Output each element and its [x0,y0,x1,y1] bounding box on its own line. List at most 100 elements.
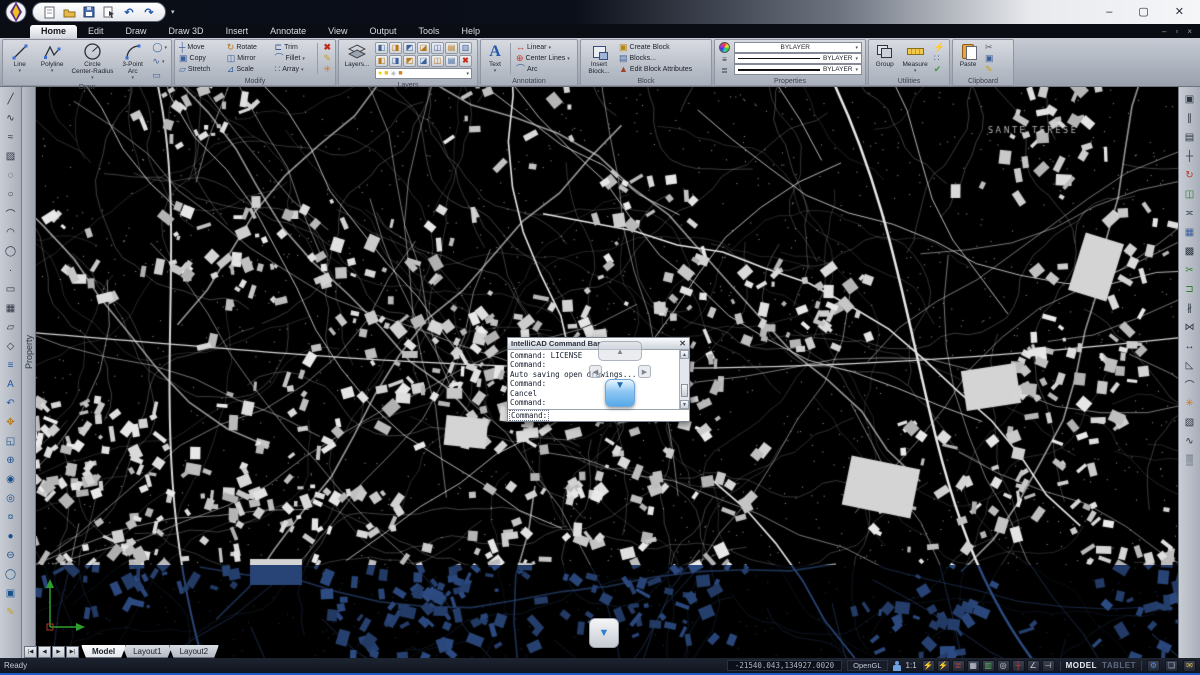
renderer-label[interactable]: OpenGL [847,660,887,671]
coordinates-display[interactable]: -21540.043,134927.0020 [727,660,842,671]
point-icon[interactable]: · [2,261,20,280]
trim-icon[interactable]: ✂ [1181,261,1199,280]
layer-freeze-button[interactable]: ◩ [403,42,416,54]
mirror-icon[interactable]: ◫ [1181,185,1199,204]
tab-draw-3d[interactable]: Draw 3D [158,25,215,38]
tab-edit[interactable]: Edit [77,25,115,38]
move-icon[interactable]: ┼ [1181,147,1199,166]
spline-icon[interactable]: ≈ [2,128,20,147]
spline-button[interactable]: ∿▾ [150,56,169,67]
explode-button[interactable]: ✳ [321,64,333,75]
rotate-icon[interactable]: ↻ [1181,166,1199,185]
align-icon[interactable]: ≍ [1181,204,1199,223]
polyline-dropdown-icon[interactable]: ▾ [51,68,54,75]
last-tab-icon[interactable]: ▶| [66,646,79,658]
line-icon[interactable]: ╱ [2,90,20,109]
arc-dimension-button[interactable]: ⌒Arc [514,64,572,75]
layer-merge-button[interactable]: ◫ [431,55,444,67]
scroll-down-active-button[interactable]: ▼ [605,379,635,407]
new-icon[interactable] [42,5,56,19]
property-panel-collapsed[interactable]: Property [22,87,36,658]
audit-button[interactable]: ✔ [932,64,947,75]
array-icon[interactable]: ▦ [1181,223,1199,242]
gradient-icon[interactable]: ▒ [1181,451,1199,470]
tab-help[interactable]: Help [451,25,492,38]
layout-tab-model[interactable]: Model [81,645,126,658]
create-block-button[interactable]: ▣Create Block [617,42,694,53]
polyline-icon[interactable]: ∿ [2,109,20,128]
lineweight-select[interactable]: BYLAYER▾ [734,64,862,75]
layer-off-button[interactable]: ◨ [389,42,402,54]
copy-button[interactable]: ▣Copy [177,53,223,64]
scroll-up-icon[interactable]: ▲ [680,350,689,359]
rectangle-icon[interactable]: ▭ [2,280,20,299]
layer-on-button[interactable]: ◧ [375,42,388,54]
fillet-button[interactable]: ⌒Fillet▾ [273,53,315,64]
grid-toggle[interactable]: ▦ [967,660,980,672]
circle-dropdown-icon[interactable]: ▾ [91,75,94,82]
hatch-icon[interactable]: ▨ [2,147,20,166]
layer-delete-button[interactable]: ✖ [459,55,472,67]
edit-hatch-icon[interactable]: ▧ [1181,413,1199,432]
zoom-dynamic-icon[interactable]: ◉ [2,470,20,489]
cut-button[interactable]: ✂ [983,42,996,53]
crosshair-toggle[interactable]: ┼ [1012,660,1025,672]
extend-icon[interactable]: ⊐ [1181,280,1199,299]
mirror-button[interactable]: ◫Mirror [225,53,271,64]
scroll-left-button[interactable]: ◀ [589,365,602,378]
move-button[interactable]: ┼Move [177,42,223,53]
restore-button[interactable]: ▢ [1138,7,1148,18]
zoom-extents-icon[interactable]: ▣ [2,584,20,603]
layout-tab-layout1[interactable]: Layout1 [122,645,172,658]
prev-tab-icon[interactable]: ◀ [38,646,51,658]
pattern-icon[interactable]: ▩ [1181,242,1199,261]
blocks-button[interactable]: ▤Blocks... [617,53,694,64]
circle-button[interactable]: Circle Center-Radius▾ [70,41,115,82]
edit-block-attributes-button[interactable]: ▲Edit Block Attributes [617,64,694,75]
lwt-toggle[interactable]: ≣ [952,660,965,672]
settings-gear-icon[interactable]: ⚙ [1147,660,1160,672]
match-properties-button[interactable]: ✎ [983,64,996,75]
arc-dropdown-icon[interactable]: ▾ [131,75,134,82]
minimize-button[interactable]: – [1106,7,1112,18]
join-icon[interactable]: ⋈ [1181,318,1199,337]
print-preview-icon[interactable] [102,5,116,19]
scroll-up-button[interactable]: ▲ [598,341,642,361]
tab-draw[interactable]: Draw [115,25,158,38]
zoom-object-icon[interactable]: ● [2,527,20,546]
zoom-window-icon[interactable]: ◱ [2,432,20,451]
layer-walk-button[interactable]: ◩ [403,55,416,67]
snap-toggle[interactable]: ▥ [982,660,995,672]
lengthen-icon[interactable]: ↔ [1181,337,1199,356]
stretch-button[interactable]: ▱Stretch [177,64,223,75]
command-scrollbar[interactable]: ▲ ▼ [679,350,689,409]
esnap-track-toggle[interactable]: ⚡ [937,660,950,672]
revision-cloud-icon[interactable]: ◌ [2,166,20,185]
polyline-button[interactable]: Polyline▾ [36,41,67,82]
tab-insert[interactable]: Insert [215,25,260,38]
region-icon[interactable]: ▱ [2,318,20,337]
linear-dimension-button[interactable]: ↔Linear▾ [514,42,572,53]
arc-icon[interactable]: ⌒ [2,204,20,223]
app-logo-icon[interactable] [5,1,27,23]
array-button[interactable]: ∷Array▾ [273,64,315,75]
text-block-icon[interactable]: ≡ [2,356,20,375]
close-button[interactable]: ✕ [1175,7,1184,18]
user-icon[interactable] [893,661,901,671]
undo-icon[interactable]: ↶ [122,5,136,19]
layer-state-button[interactable]: ▤ [445,55,458,67]
rectangle-array-icon[interactable]: ▤ [1181,128,1199,147]
open-icon[interactable] [62,5,76,19]
circle-icon[interactable]: ○ [2,185,20,204]
arc-button[interactable]: 3-Point Arc▾ [117,41,148,82]
quick-select-button[interactable]: ∷ [932,53,947,64]
first-tab-icon[interactable]: |◀ [24,646,37,658]
break-icon[interactable]: ∦ [1181,299,1199,318]
copy-icon[interactable]: ▣ [1181,90,1199,109]
group-button[interactable]: Group [871,41,898,76]
layer-match-button[interactable]: ◨ [389,55,402,67]
layer-dropdown-icon[interactable]: ▾ [466,71,469,77]
edit-polyline-icon[interactable]: ∿ [1181,432,1199,451]
esnap-fly-toggle[interactable]: ⚡ [922,660,935,672]
layer-isolate-button[interactable]: ▥ [459,42,472,54]
